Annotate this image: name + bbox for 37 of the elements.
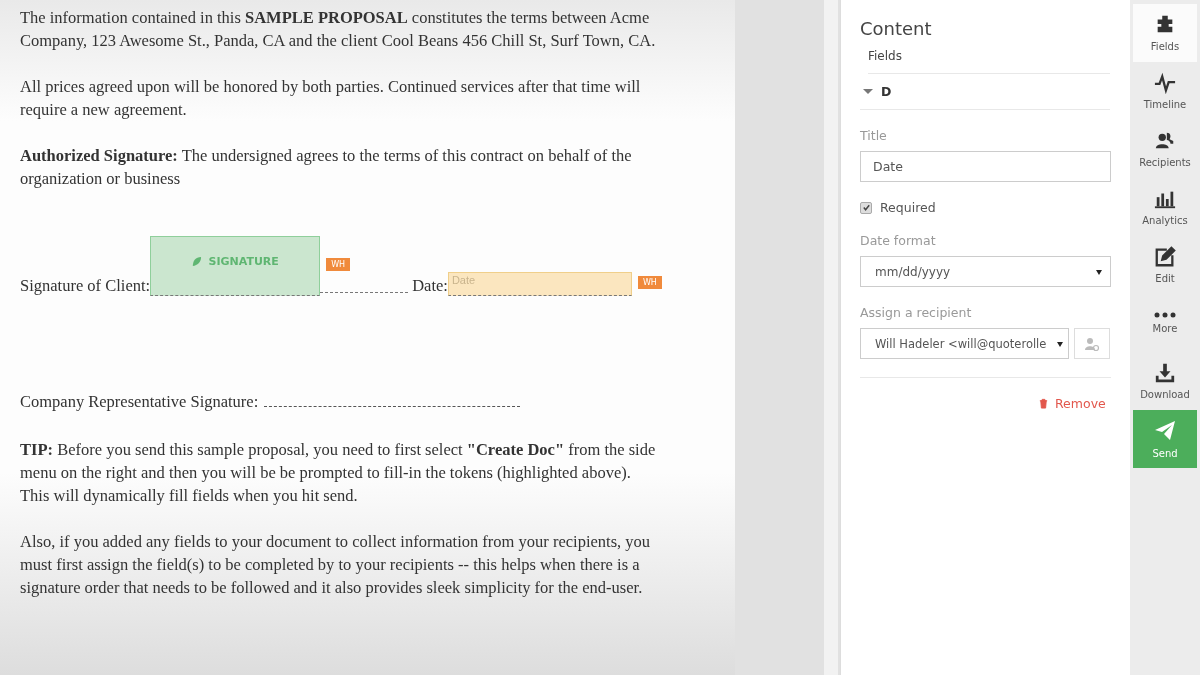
- sidebar-item[interactable]: Download: [1133, 352, 1197, 410]
- download-icon: [1154, 362, 1176, 384]
- leaf-icon: [191, 255, 203, 267]
- company-signature-label: Company Representative Signature:: [20, 392, 259, 412]
- panel-subtitle: Fields: [868, 49, 1110, 74]
- client-signature-label: Signature of Client:: [20, 276, 151, 296]
- timeline-icon: [1154, 72, 1176, 94]
- paragraph: Also, if you added any fields to your document to collect information from your recipients, you must first assign the field(s) to be completed by to your recipients -- this helps when there is a signature order that needs to be followed and it also provides sleek simplicity for the end-user.: [20, 531, 652, 599]
- panel-title: Content: [860, 18, 933, 39]
- checkbox-icon: [860, 201, 872, 214]
- required-checkbox[interactable]: Required: [860, 200, 1110, 215]
- sidebar-item[interactable]: Analytics: [1133, 178, 1197, 236]
- more-icon: [1154, 312, 1176, 318]
- paragraph: Authorized Signature: The undersigned agrees to the terms of this contract on behalf of the organization or business: [20, 145, 633, 190]
- sidebar-item[interactable]: Recipients: [1133, 120, 1197, 178]
- date-format-select[interactable]: mm/dd/yyyy: [860, 256, 1111, 287]
- assignee-tag: WH: [326, 258, 351, 271]
- sidebar-item[interactable]: Fields: [1133, 4, 1197, 62]
- edit-icon: [1154, 246, 1176, 268]
- field-label: Title: [860, 128, 888, 143]
- person-button[interactable]: [1074, 328, 1110, 359]
- trash-icon: [1038, 398, 1049, 409]
- field-label: Date format: [860, 233, 937, 248]
- field-label: Assign a recipient: [860, 305, 973, 320]
- recipient-select[interactable]: Will Hadeler <will@quoterolle: [860, 328, 1070, 359]
- section-header[interactable]: D: [860, 74, 1110, 110]
- title-input[interactable]: Date: [860, 151, 1111, 182]
- paragraph: All prices agreed upon will be honored by both parties. Continued services after that time will require a new agreement.: [20, 76, 642, 121]
- paragraph: The information contained in this SAMPLE PROPOSAL constitutes the terms between Acme Company, 123 Awesome St., Panda, CA and the client Cool Beans 456 Chill St, Surf Town, CA.: [20, 7, 657, 52]
- sidebar-item[interactable]: Timeline: [1133, 62, 1197, 120]
- sidebar-item[interactable]: Edit: [1133, 236, 1197, 294]
- sidebar-item[interactable]: More: [1133, 294, 1197, 352]
- paragraph: TIP: Before you send this sample proposal, you need to first select "Create Doc" from the side menu on the right and then you will be be prompted to fill-in the tokens (highlighted above). This will dynamically fill fields when you hit send.: [20, 439, 657, 507]
- remove-button[interactable]: Remove: [1038, 396, 1106, 411]
- date-label: Date:: [412, 276, 448, 296]
- person-icon: [1084, 335, 1101, 352]
- assignee-tag: WH: [637, 276, 662, 289]
